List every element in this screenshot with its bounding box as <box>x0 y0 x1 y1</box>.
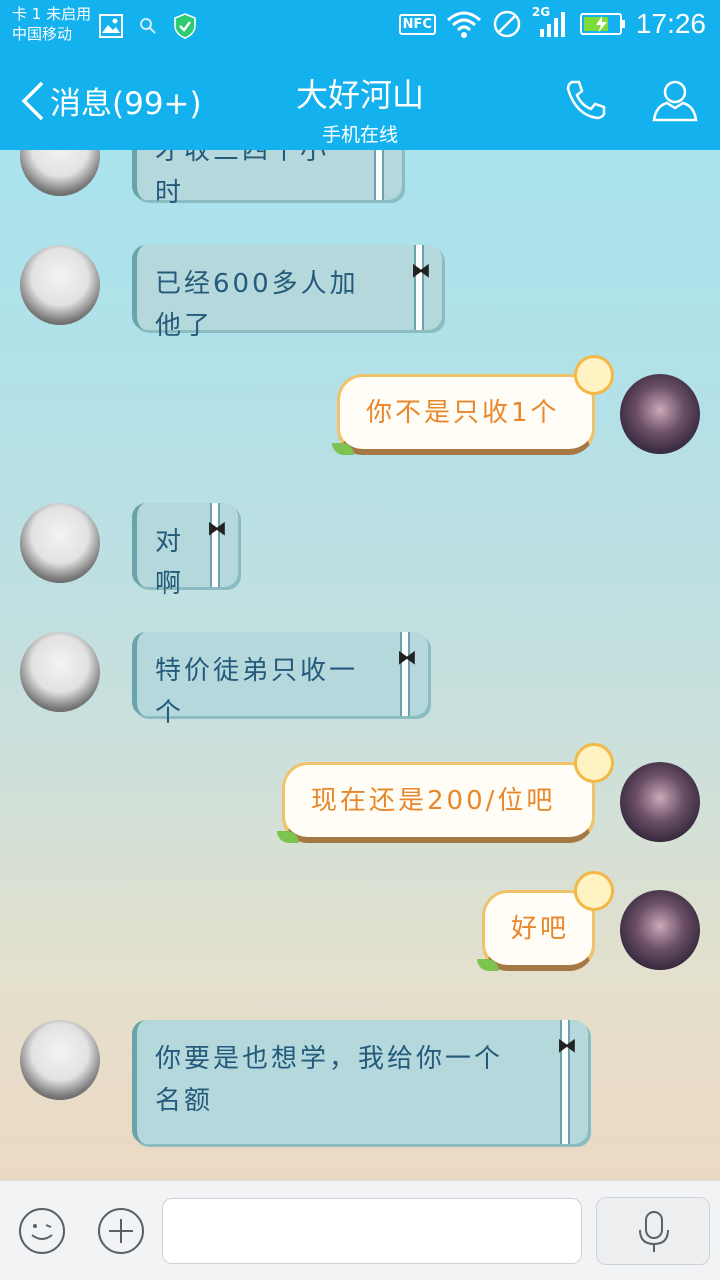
clock: 17:26 <box>635 8 706 39</box>
my-avatar[interactable] <box>620 374 700 454</box>
profile-button[interactable] <box>650 76 700 128</box>
bow-tie-icon: ⧓ <box>557 1033 580 1057</box>
leaf-icon <box>477 959 499 971</box>
message-bubble-received[interactable]: 你要是也想学，我给你一个名额 ⧓ <box>132 1020 588 1144</box>
contact-avatar[interactable] <box>20 245 100 325</box>
message-text: 好吧 <box>511 914 570 944</box>
message-text: 你不是只收1个 <box>366 398 560 428</box>
wifi-icon <box>446 11 481 38</box>
message-bubble-received[interactable]: 特价徒弟只收一个 ⧓ <box>132 632 428 728</box>
bow-tie-icon: ⧓ <box>207 516 230 540</box>
carrier-info: 卡 1 未启用 中国移动 <box>12 4 91 44</box>
message-text: 才收三四个小时 <box>155 150 330 208</box>
contact-avatar[interactable] <box>20 632 100 712</box>
message-text: 你要是也想学，我给你一个名额 <box>155 1044 504 1116</box>
voice-button[interactable] <box>596 1197 710 1265</box>
contact-avatar[interactable] <box>20 503 100 583</box>
message-bubble-received[interactable]: 才收三四个小时 <box>132 150 402 208</box>
chat-area[interactable]: 才收三四个小时 已经600多人加他了 ⧓ 你不是只收1个 对啊 ⧓ 特价徒弟只收… <box>0 150 720 1180</box>
bow-tie-icon: ⧓ <box>397 645 420 669</box>
sun-icon <box>574 743 614 783</box>
call-button[interactable] <box>562 76 610 128</box>
message-text: 特价徒弟只收一个 <box>155 656 359 728</box>
leaf-icon <box>277 831 299 843</box>
status-icons-right: NFC 2G 17:26 <box>398 5 706 40</box>
message-input[interactable] <box>162 1198 582 1264</box>
status-bar: 卡 1 未启用 中国移动 NFC 2G 17:26 <box>0 0 720 50</box>
message-text: 已经600多人加他了 <box>155 269 359 341</box>
add-attachment-button[interactable] <box>97 1207 145 1255</box>
battery-icon <box>579 13 625 35</box>
leaf-icon <box>332 443 354 455</box>
bow-tie-icon: ⧓ <box>411 258 434 282</box>
do-not-disturb-icon <box>493 10 521 38</box>
input-bar <box>0 1180 720 1280</box>
contact-info: 大好河山 手机在线 <box>0 70 720 147</box>
status-icons-left <box>98 12 198 40</box>
search-icon <box>140 18 156 34</box>
message-bubble-sent[interactable]: 你不是只收1个 <box>332 355 614 455</box>
network-label: 2G <box>531 5 551 19</box>
emoji-icon <box>19 1208 65 1254</box>
sun-icon <box>574 355 614 395</box>
contact-avatar[interactable] <box>20 150 100 196</box>
contact-avatar[interactable] <box>20 1020 100 1100</box>
top-bar: 卡 1 未启用 中国移动 NFC 2G 17:26 消息(99+) 大好河山 手… <box>0 0 720 150</box>
gallery-icon <box>99 14 123 38</box>
my-avatar[interactable] <box>620 890 700 970</box>
phone-icon <box>566 80 606 120</box>
plus-icon <box>98 1208 144 1254</box>
my-avatar[interactable] <box>620 762 700 842</box>
message-bubble-received[interactable]: 已经600多人加他了 ⧓ <box>132 245 442 341</box>
message-bubble-sent[interactable]: 现在还是200/位吧 <box>277 743 614 843</box>
message-text: 现在还是200/位吧 <box>311 786 556 816</box>
contact-name: 大好河山 <box>295 76 424 114</box>
bubble-stripe <box>374 150 384 200</box>
profile-icon <box>652 80 698 122</box>
contact-status: 手机在线 <box>321 124 398 146</box>
message-text: 对啊 <box>155 527 185 599</box>
shield-icon <box>174 13 196 39</box>
mic-icon <box>639 1211 669 1252</box>
emoji-button[interactable] <box>18 1207 66 1255</box>
signal-icon: 2G <box>532 5 570 39</box>
nfc-icon: NFC <box>398 13 436 35</box>
chat-header: 消息(99+) 大好河山 手机在线 <box>0 50 720 150</box>
message-bubble-sent[interactable]: 好吧 <box>477 871 614 971</box>
sun-icon <box>574 871 614 911</box>
sim-status: 卡 1 未启用 <box>12 5 92 23</box>
message-bubble-received[interactable]: 对啊 ⧓ <box>132 503 238 599</box>
carrier-name: 中国移动 <box>12 25 73 43</box>
